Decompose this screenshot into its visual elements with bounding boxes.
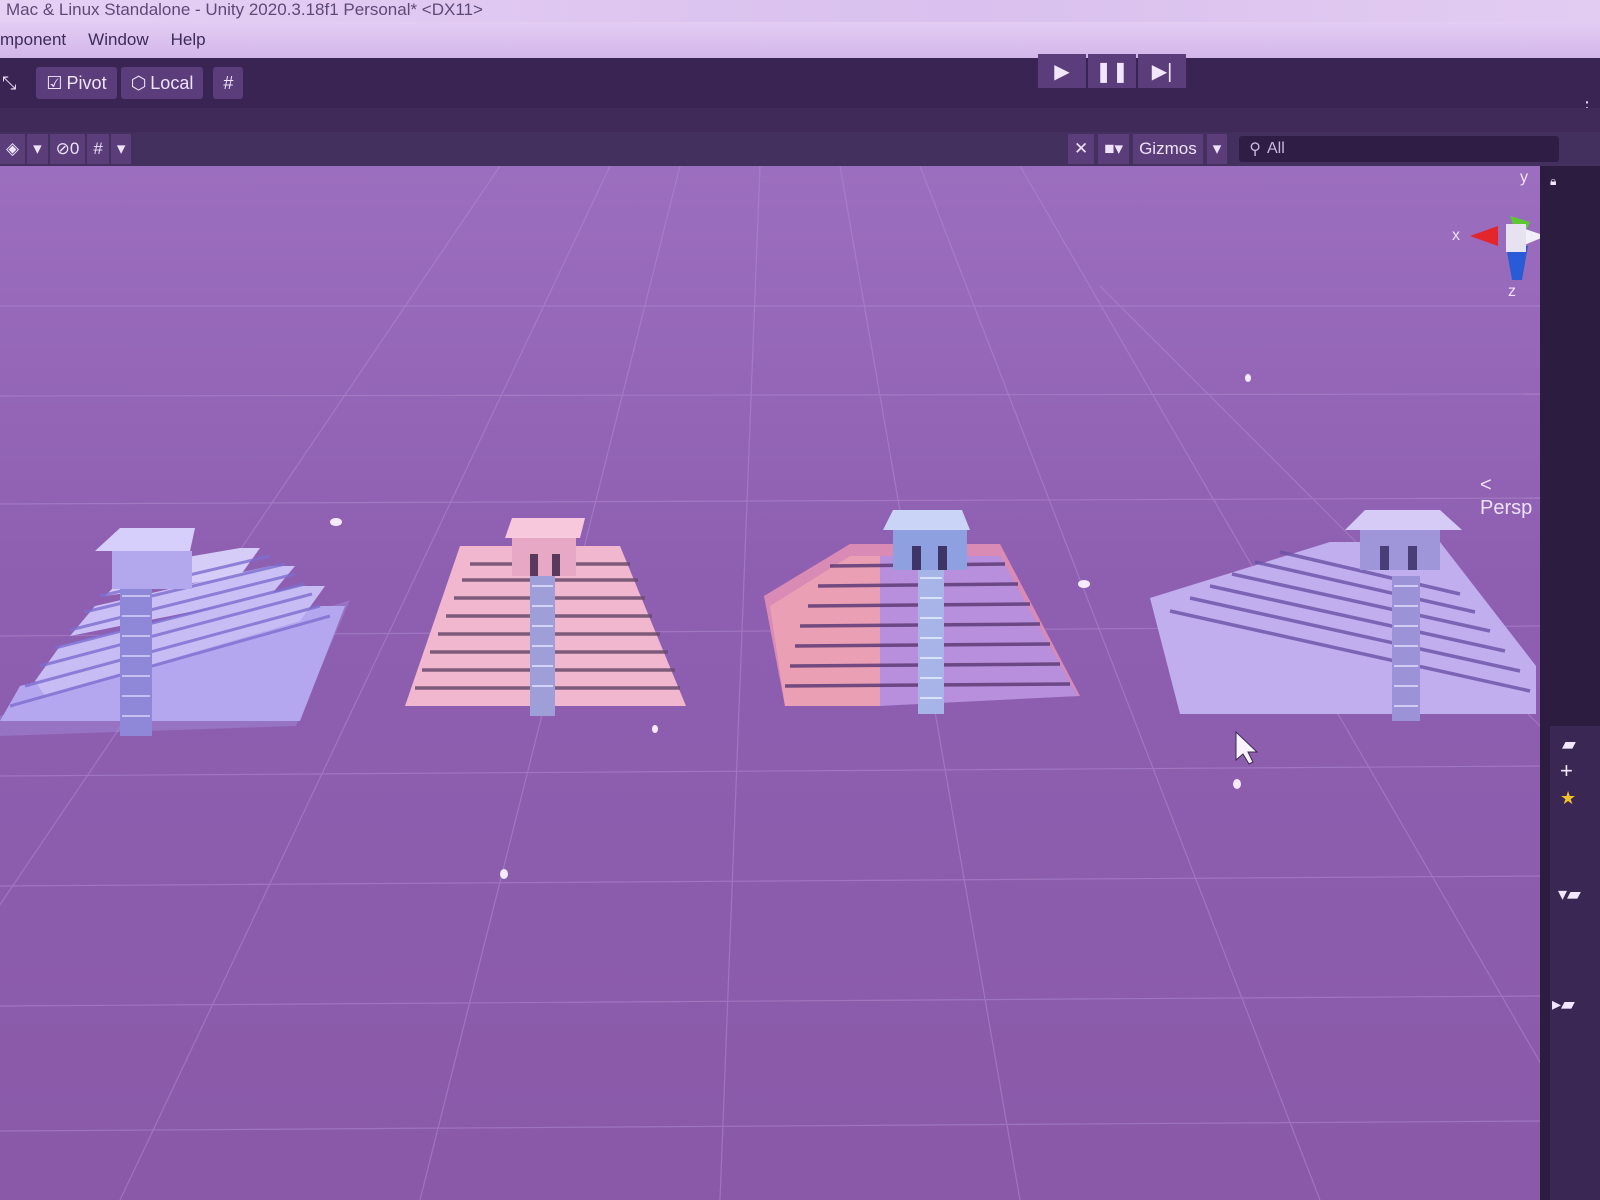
grid-icon: # [93, 139, 103, 158]
folder-icon[interactable]: ▰ [1562, 734, 1576, 755]
camera-icon: ■ [1104, 139, 1115, 158]
local-label: Local [150, 72, 194, 93]
hierarchy-panel-edge: 🔒︎ ▰ + ★ ▾▰ ▸▰ [1540, 166, 1600, 1200]
gizmos-dropdown[interactable]: ▾ [1206, 134, 1228, 164]
pivot-icon: ☑ [46, 72, 63, 93]
projection-label: Persp [1480, 497, 1533, 519]
pyramid-4[interactable] [1150, 510, 1536, 721]
scene-search-input[interactable]: ⚲ All [1239, 136, 1560, 162]
orientation-gizmo[interactable]: y x z [1452, 169, 1540, 300]
step-icon: ▶| [1151, 60, 1173, 83]
mouse-cursor [1235, 730, 1259, 765]
draw-mode-dropdown[interactable]: ▾ [27, 134, 48, 164]
pause-icon: ❚❚ [1095, 60, 1129, 83]
hidden-count: 0 [69, 139, 80, 158]
pyramid-1[interactable] [0, 528, 350, 736]
gizmo-x-label: x [1452, 227, 1460, 244]
search-placeholder: All [1266, 140, 1285, 157]
play-controls: ▶ ❚❚ ▶| [1038, 54, 1186, 88]
chevron-down-icon: ▾ [1114, 139, 1124, 158]
play-button[interactable]: ▶ [1038, 54, 1086, 88]
menu-window[interactable]: Window [88, 30, 148, 50]
gizmo-y-label: y [1520, 169, 1528, 186]
rect-tool-icon[interactable]: ⤡ [2, 73, 16, 94]
eye-off-icon: ⊘ [55, 139, 70, 158]
grid-dropdown[interactable]: ▾ [110, 134, 132, 164]
gizmos-label: Gizmos [1139, 139, 1197, 158]
tools-icon: ✕ [1074, 139, 1089, 158]
camera-button[interactable]: ■ ▾ [1098, 134, 1130, 164]
grid-snap-button[interactable]: # [213, 67, 244, 99]
gizmos-button[interactable]: Gizmos [1133, 134, 1203, 164]
grid-snap-icon: # [223, 72, 234, 93]
grid-button[interactable]: # [87, 134, 109, 164]
play-icon: ▶ [1054, 60, 1070, 83]
main-toolbar: ⤡ ☑ Pivot ⬡ Local # [0, 58, 1600, 108]
search-icon: ⚲ [1249, 141, 1261, 158]
window-title: Mac & Linux Standalone - Unity 2020.3.18… [0, 0, 1600, 22]
star-icon[interactable]: ★ [1560, 788, 1576, 809]
chevron-down-icon: ▾ [116, 139, 126, 158]
pyramid-2[interactable] [405, 518, 686, 716]
visibility-button[interactable]: ⊘ 0 [49, 134, 86, 164]
tools-button[interactable]: ✕ [1068, 134, 1095, 164]
menu-help[interactable]: Help [171, 30, 206, 50]
cube-icon: ⬡ [130, 72, 147, 93]
add-icon[interactable]: + [1560, 758, 1573, 784]
scene-viewport[interactable]: y x z < Persp [0, 166, 1540, 1200]
projection-toggle[interactable]: < Persp [1480, 474, 1540, 520]
local-button[interactable]: ⬡ Local [120, 67, 204, 99]
scene-toolbar: ◈ ▾ ⊘ 0 # ▾ ✕ ■ ▾ Gizmos ▾ ⚲ All [0, 132, 1600, 167]
chevron-left-icon: < [1480, 474, 1492, 496]
scene-canvas: y x z [0, 166, 1540, 1200]
scene-tab-bar [0, 108, 1600, 132]
draw-mode-icon: ◈ [6, 139, 20, 158]
pause-button[interactable]: ❚❚ [1088, 54, 1136, 88]
pivot-button[interactable]: ☑ Pivot [36, 67, 117, 99]
draw-mode-button[interactable]: ◈ [0, 134, 26, 164]
menu-component[interactable]: mponent [0, 30, 66, 50]
step-button[interactable]: ▶| [1138, 54, 1186, 88]
folder-open-icon[interactable]: ▾▰ [1558, 884, 1581, 905]
menu-bar: mponent Window Help [0, 22, 1600, 58]
folder-icon[interactable]: ▸▰ [1552, 994, 1575, 1015]
chevron-down-icon: ▾ [1212, 139, 1222, 158]
chevron-down-icon: ▾ [33, 139, 42, 158]
pivot-label: Pivot [66, 72, 107, 93]
pyramid-3[interactable] [764, 510, 1080, 714]
gizmo-z-label: z [1508, 283, 1516, 300]
lock-icon[interactable]: 🔒︎ [1550, 174, 1556, 189]
